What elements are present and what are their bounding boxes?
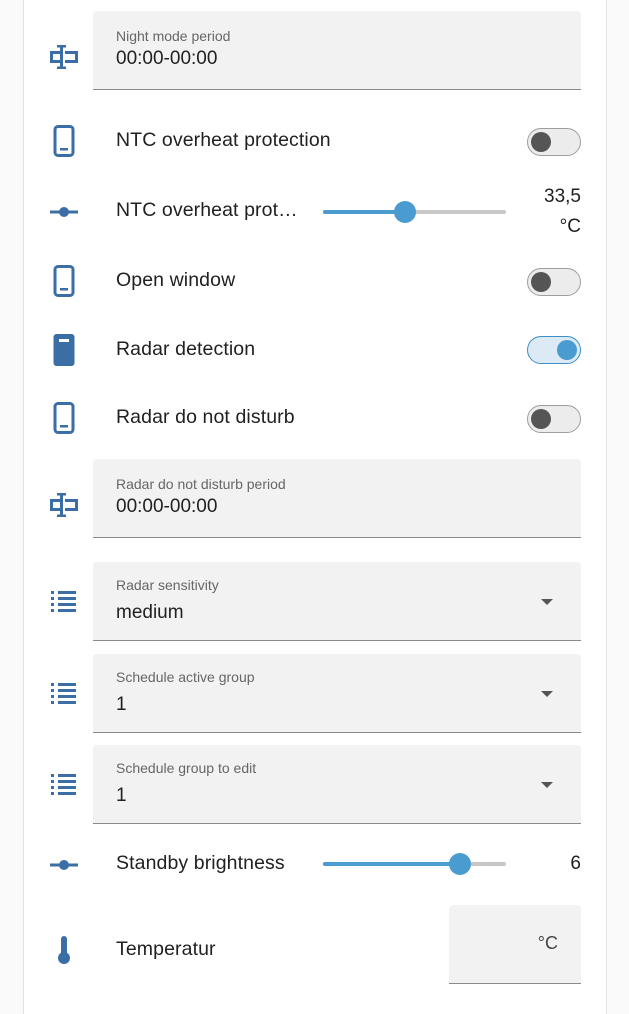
- slider-knob[interactable]: [394, 201, 417, 223]
- night-mode-period-label: Night mode period: [116, 28, 231, 44]
- toggle-thumb: [531, 132, 551, 152]
- radar-dnd-label: Radar do not disturb: [116, 406, 295, 428]
- thermometer-icon: [48, 934, 80, 966]
- schedule-group-edit-value: 1: [116, 785, 127, 806]
- standby-brightness-value: 6: [570, 853, 581, 874]
- temperatur-unit: °C: [537, 933, 558, 953]
- list-icon: [48, 769, 80, 801]
- slider-fill: [323, 210, 406, 214]
- radar-sensitivity-label: Radar sensitivity: [116, 577, 219, 593]
- device-icon: [48, 402, 80, 434]
- timer-text-icon: [48, 41, 80, 73]
- temperatur-input[interactable]: °C: [449, 905, 581, 984]
- schedule-active-group-select[interactable]: Schedule active group 1: [93, 654, 581, 733]
- ntc-protection-toggle[interactable]: [527, 128, 581, 156]
- list-icon: [48, 678, 80, 710]
- open-window-label: Open window: [116, 269, 236, 291]
- chevron-down-icon[interactable]: [541, 782, 553, 788]
- toggle-thumb: [557, 340, 577, 360]
- radar-dnd-period-value[interactable]: 00:00-00:00: [116, 496, 217, 518]
- radar-sensitivity-select[interactable]: Radar sensitivity medium: [93, 562, 581, 641]
- schedule-group-edit-select[interactable]: Schedule group to edit 1: [93, 745, 581, 824]
- slider-icon: [48, 196, 80, 228]
- radar-detection-toggle[interactable]: [527, 336, 581, 364]
- standby-brightness-slider[interactable]: [323, 852, 506, 876]
- night-mode-period-field[interactable]: Night mode period 00:00-00:00: [93, 11, 581, 90]
- slider-knob[interactable]: [449, 853, 472, 875]
- timer-text-icon: [48, 489, 80, 521]
- schedule-active-group-value: 1: [116, 694, 127, 715]
- chevron-down-icon[interactable]: [541, 599, 553, 605]
- open-window-toggle[interactable]: [527, 268, 581, 296]
- radar-sensitivity-value: medium: [116, 602, 184, 623]
- radar-dnd-period-field[interactable]: Radar do not disturb period 00:00-00:00: [93, 459, 581, 538]
- night-mode-period-value[interactable]: 00:00-00:00: [116, 48, 217, 70]
- list-icon: [48, 586, 80, 618]
- device-icon: [48, 125, 80, 157]
- ntc-slider-label: NTC overheat prot…: [116, 199, 298, 221]
- ntc-overheat-slider[interactable]: [323, 200, 506, 224]
- standby-brightness-label: Standby brightness: [116, 852, 285, 874]
- radar-detection-label: Radar detection: [116, 338, 256, 360]
- slider-fill: [323, 862, 461, 866]
- temperatur-label: Temperatur: [116, 938, 216, 960]
- ntc-slider-value: 33,5: [544, 186, 581, 207]
- toggle-thumb: [531, 409, 551, 429]
- device-icon: [48, 265, 80, 297]
- device-filled-icon: [48, 334, 80, 366]
- slider-icon: [48, 849, 80, 881]
- chevron-down-icon[interactable]: [541, 691, 553, 697]
- toggle-thumb: [531, 272, 551, 292]
- schedule-group-edit-label: Schedule group to edit: [116, 760, 257, 776]
- schedule-active-group-label: Schedule active group: [116, 669, 255, 685]
- ntc-slider-unit: °C: [559, 216, 581, 237]
- radar-dnd-period-label: Radar do not disturb period: [116, 476, 286, 492]
- radar-dnd-toggle[interactable]: [527, 405, 581, 433]
- ntc-protection-label: NTC overheat protection: [116, 129, 331, 151]
